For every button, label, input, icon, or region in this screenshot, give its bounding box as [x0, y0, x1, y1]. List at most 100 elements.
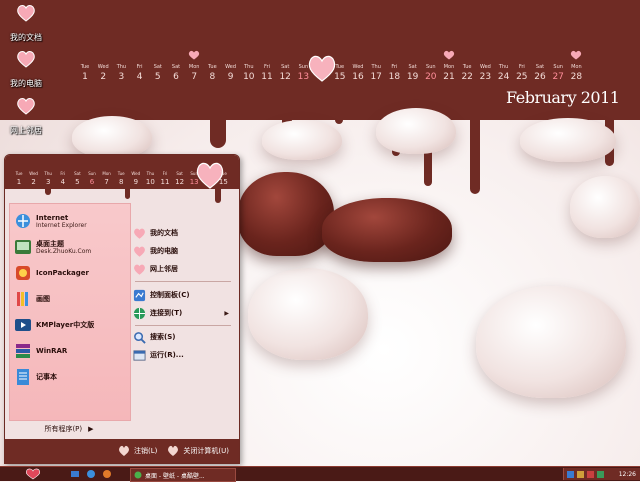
calendar-day: Fri 11 [159, 171, 171, 187]
calendar-day-name: Thu [498, 64, 509, 70]
menu-item-my-documents[interactable]: 我的文档 [133, 225, 229, 241]
calendar-day-name: Wed [479, 64, 491, 70]
menu-item-label: 运行(R)... [150, 351, 184, 359]
search-icon [134, 331, 146, 344]
calendar-day-number: 10 [145, 178, 155, 186]
calendar-day-number: 4 [60, 178, 66, 186]
menu-item-internet[interactable]: Internet Internet Explorer [14, 210, 87, 232]
media-icon[interactable] [102, 469, 112, 479]
menu-item-title: IconPackager [36, 269, 89, 277]
calendar-day-name: Fri [518, 64, 525, 70]
menu-item-connect-to[interactable]: 连接到(T) ▶ [133, 305, 229, 321]
calendar-day-name: Mon [571, 64, 582, 70]
menu-item-search[interactable]: 搜索(S) [133, 329, 229, 345]
calendar-day-number: 1 [16, 178, 22, 186]
calendar-day: Wed 2 [28, 171, 40, 187]
heart-icon [571, 50, 582, 60]
paint-icon [17, 292, 28, 306]
chocolate-heart [238, 172, 334, 256]
menu-item-label: 网上邻居 [150, 265, 178, 273]
menu-item-label: 我的文档 [150, 229, 178, 237]
month-label: February 2011 [506, 88, 620, 107]
calendar-day: Fri 4 [57, 171, 69, 187]
notepad-icon [17, 369, 29, 385]
chocolate-drip [210, 100, 226, 148]
menu-item-run[interactable]: 运行(R)... [133, 347, 229, 363]
menu-item-kmplayer[interactable]: KMPlayer中文版 [14, 314, 94, 336]
heart-icon [134, 264, 145, 275]
heart-icon [17, 4, 35, 22]
menu-item-desktop-theme[interactable]: 桌面主题 Desk.ZhuoKu.Com [14, 236, 91, 258]
menu-item-winrar[interactable]: WinRAR [14, 340, 67, 362]
security-icon[interactable] [587, 470, 594, 478]
calendar-day-number: 21 [443, 72, 455, 82]
chocolate-drip [470, 100, 480, 194]
desktop-icon-my-documents[interactable]: 我的文档 [4, 4, 48, 44]
white-heart [248, 268, 368, 360]
calendar-day: Wed 9 [224, 64, 238, 83]
menu-item-my-computer[interactable]: 我的电脑 [133, 243, 229, 259]
calendar-day-number: 15 [334, 72, 346, 82]
calendar-day-name: Sat [408, 64, 417, 70]
calendar-day-number: 9 [133, 178, 139, 186]
calendar-day: Wed 23 [478, 64, 492, 83]
calendar-day: Sat 5 [151, 64, 165, 83]
calendar-day: Mon14 [196, 162, 224, 189]
calendar-day-name: Tue [335, 64, 345, 70]
desktop-icon-network[interactable]: 网上邻居 [4, 97, 48, 137]
logoff-label: 注销(L) [134, 447, 158, 455]
show-desktop-icon[interactable] [70, 469, 80, 479]
ie-icon[interactable] [86, 469, 96, 479]
menu-item-notepad[interactable]: 记事本 [14, 366, 57, 388]
desktop-icon-my-computer[interactable]: 我的电脑 [4, 50, 48, 90]
calendar-day-number: 3 [118, 72, 125, 82]
menu-item-iconpackager[interactable]: IconPackager [14, 262, 89, 284]
clock[interactable]: 12:26 [619, 471, 636, 478]
desktop-icon-label: 我的文档 [10, 33, 42, 42]
heart-icon [134, 246, 145, 257]
calendar-day: Mon 21 [442, 50, 456, 83]
calendar-day: Tue 1 [13, 171, 25, 187]
kmplayer-icon [15, 319, 31, 331]
menu-item-label: 连接到(T) [150, 309, 183, 317]
menu-item-title: 画图 [36, 295, 50, 303]
network-icon[interactable] [567, 470, 574, 478]
menu-item-subtitle: Internet Explorer [36, 221, 87, 229]
volume-icon[interactable] [577, 470, 584, 478]
winrar-icon [16, 344, 30, 358]
calendar-day: Sun 6 [86, 171, 98, 187]
calendar-day: Sun 27 [551, 64, 565, 83]
calendar-day-number: 19 [406, 72, 419, 82]
chocolate-drip [215, 185, 221, 203]
menu-item-control-panel[interactable]: 控制面板(C) [133, 287, 229, 303]
calendar-day: Mon14 [308, 55, 335, 83]
calendar-day-number: 12 [175, 178, 185, 186]
calendar-day-name: Thu [244, 64, 254, 70]
calendar-day-number: 16 [352, 72, 364, 82]
calendar-day: Sat 12 [278, 64, 292, 83]
all-programs-button[interactable]: 所有程序(P) ▶ [9, 421, 129, 437]
all-programs-label: 所有程序(P) [44, 425, 83, 433]
calendar-day-number: 6 [173, 72, 179, 82]
calendar-day-name: Sat [171, 64, 181, 70]
menu-item-title: 记事本 [36, 373, 57, 381]
calendar-day: Sat 26 [533, 64, 547, 83]
menu-item-label: 控制面板(C) [150, 291, 190, 299]
start-menu-footer: 注销(L) 关闭计算机(U) [5, 439, 239, 463]
calendar-day-number: 23 [479, 72, 492, 82]
globe-icon [133, 307, 146, 319]
start-button[interactable] [24, 468, 42, 480]
messenger-icon[interactable] [597, 470, 604, 478]
menu-separator [135, 325, 231, 326]
calendar-day-name: Wed [352, 64, 364, 70]
power-icon [168, 445, 179, 456]
system-tray: 12:26 [563, 468, 640, 480]
calendar-day: Thu 3 [114, 64, 128, 83]
menu-item-paint[interactable]: 画图 [14, 288, 50, 310]
menu-item-network[interactable]: 网上邻居 [133, 261, 229, 277]
shutdown-button[interactable]: 关闭计算机(U) [167, 445, 229, 457]
calendar-day-number: 2 [100, 72, 107, 82]
logoff-button[interactable]: 注销(L) [118, 445, 157, 457]
menu-item-title: KMPlayer中文版 [36, 321, 95, 329]
calendar-day-name: Sun [553, 64, 563, 70]
